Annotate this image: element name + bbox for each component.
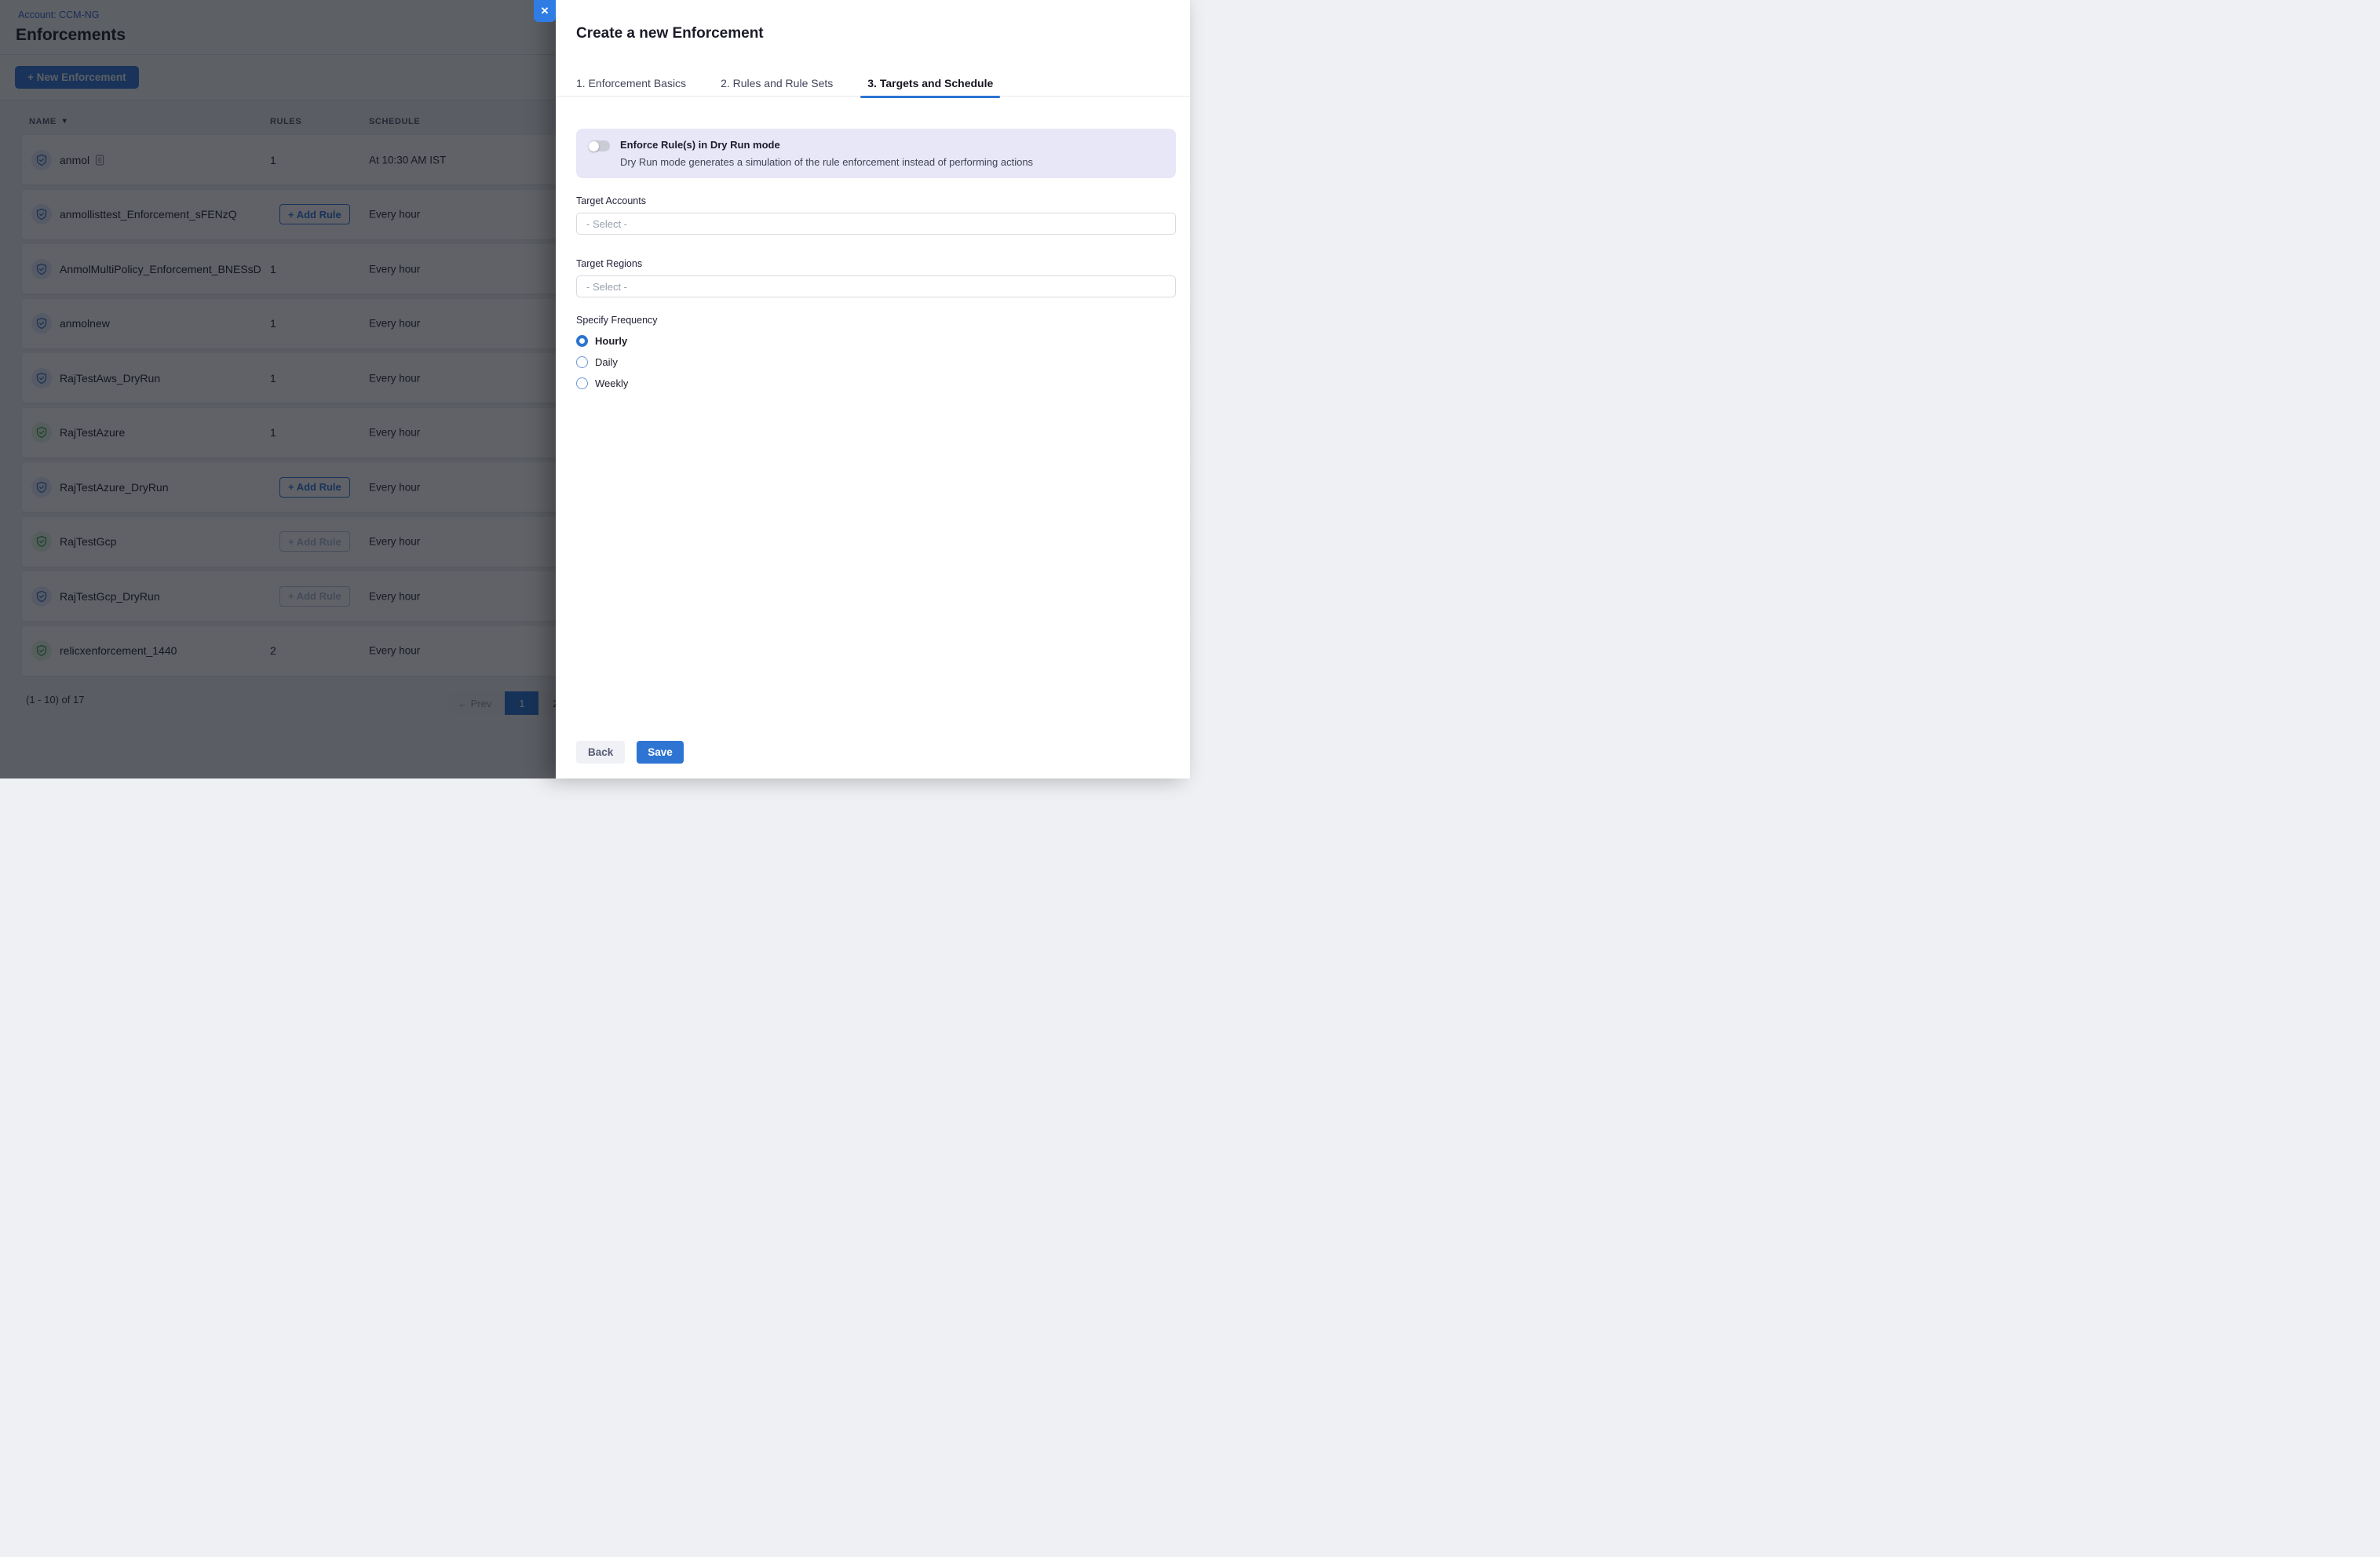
dry-run-title: Enforce Rule(s) in Dry Run mode [620, 139, 1033, 151]
drawer-content: Enforce Rule(s) in Dry Run mode Dry Run … [576, 97, 1176, 389]
tab-1[interactable]: 1. Enforcement Basics [576, 71, 686, 97]
drawer-footer: Back Save [576, 741, 684, 764]
frequency-radio-group: Hourly Daily Weekly [576, 334, 1176, 389]
frequency-option-hourly[interactable]: Hourly [576, 334, 1176, 347]
target-regions-label: Target Regions [576, 258, 1176, 269]
target-regions-select[interactable]: - Select - [576, 275, 1176, 297]
frequency-option-daily[interactable]: Daily [576, 356, 1176, 368]
close-icon[interactable]: × [534, 0, 556, 22]
dry-run-toggle[interactable] [589, 140, 610, 151]
toggle-knob [589, 141, 599, 151]
target-accounts-select[interactable]: - Select - [576, 213, 1176, 235]
specify-frequency-label: Specify Frequency [576, 315, 1176, 326]
radio-icon[interactable] [576, 356, 588, 368]
frequency-option-weekly[interactable]: Weekly [576, 377, 1176, 389]
save-button[interactable]: Save [637, 741, 684, 764]
tab-2[interactable]: 2. Rules and Rule Sets [721, 71, 833, 97]
dry-run-panel: Enforce Rule(s) in Dry Run mode Dry Run … [576, 129, 1176, 178]
dry-run-description: Dry Run mode generates a simulation of t… [620, 156, 1033, 168]
radio-label: Hourly [595, 335, 627, 347]
target-accounts-label: Target Accounts [576, 195, 1176, 206]
drawer-tabs: 1. Enforcement Basics 2. Rules and Rule S… [556, 71, 1190, 97]
radio-label: Daily [595, 356, 618, 368]
radio-icon[interactable] [576, 377, 588, 389]
dry-run-texts: Enforce Rule(s) in Dry Run mode Dry Run … [620, 139, 1033, 168]
tab-3[interactable]: 3. Targets and Schedule [867, 71, 993, 97]
radio-icon[interactable] [576, 335, 588, 347]
create-enforcement-drawer: × Create a new Enforcement 1. Enforcemen… [556, 0, 1190, 778]
radio-label: Weekly [595, 377, 628, 389]
drawer-title: Create a new Enforcement [576, 25, 764, 42]
back-button[interactable]: Back [576, 741, 625, 764]
